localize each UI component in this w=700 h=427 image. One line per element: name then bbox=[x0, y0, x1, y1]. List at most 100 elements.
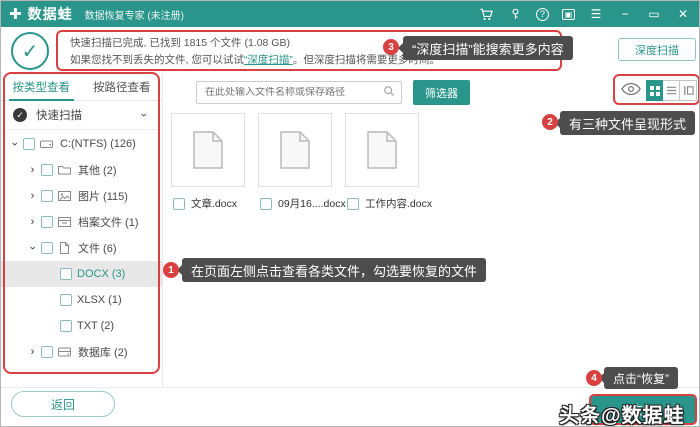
scan-mode-label: 快速扫描 bbox=[36, 110, 82, 122]
file-thumbnail[interactable] bbox=[258, 113, 332, 187]
app-window: ✚ 数据蛙 数据恢复专家 (未注册) ? ▣ ☰ − ▭ ✕ ✓ 快速扫描已完成… bbox=[0, 0, 700, 427]
annotation-4-badge: 4 bbox=[586, 370, 602, 386]
minimize-icon[interactable]: − bbox=[617, 6, 633, 22]
file-name: 09月16....docx bbox=[278, 198, 346, 210]
checkbox[interactable] bbox=[60, 320, 72, 332]
file-grid: 文章.docx 09月16....docx 工作内容.docx bbox=[171, 113, 432, 211]
tree-item-c-ntfs[interactable]: › C:(NTFS) (126) bbox=[1, 131, 162, 157]
tree-item-label: 文件 (6) bbox=[78, 243, 117, 255]
document-icon bbox=[193, 131, 223, 169]
checkbox[interactable] bbox=[41, 242, 53, 254]
chevron-right-icon[interactable]: › bbox=[26, 346, 39, 358]
file-thumbnail[interactable] bbox=[171, 113, 245, 187]
image-icon bbox=[58, 190, 73, 202]
checkbox[interactable] bbox=[41, 216, 53, 228]
tree-item-xlsx[interactable]: XLSX (1) bbox=[1, 287, 162, 313]
search-input[interactable] bbox=[197, 87, 383, 98]
app-name: 数据蛙 bbox=[27, 6, 73, 22]
file-item: 文章.docx bbox=[171, 113, 245, 211]
checkbox[interactable] bbox=[347, 197, 359, 210]
chevron-right-icon[interactable]: › bbox=[26, 164, 39, 176]
tree-item-other[interactable]: › 其他 (2) bbox=[1, 157, 162, 183]
tree-item-label: TXT (2) bbox=[77, 320, 115, 332]
chevron-down-icon[interactable]: › bbox=[9, 138, 21, 151]
key-icon[interactable] bbox=[507, 6, 523, 22]
scan-complete-check-icon: ✓ bbox=[11, 32, 49, 70]
checkbox[interactable] bbox=[60, 294, 72, 306]
tree-item-label: 其他 (2) bbox=[78, 165, 117, 177]
checkbox[interactable] bbox=[173, 197, 185, 210]
file-thumbnail[interactable] bbox=[345, 113, 419, 187]
title-bar: ✚ 数据蛙 数据恢复专家 (未注册) ? ▣ ☰ − ▭ ✕ bbox=[1, 1, 699, 27]
tree-item-label: C:(NTFS) (126) bbox=[60, 138, 136, 150]
grid-view-icon[interactable] bbox=[646, 80, 663, 101]
tree-item-label: 图片 (115) bbox=[78, 191, 128, 203]
checkbox[interactable] bbox=[260, 197, 272, 210]
filter-button[interactable]: 筛选器 bbox=[413, 80, 470, 105]
search-box bbox=[196, 81, 402, 104]
preview-eye-icon[interactable] bbox=[621, 82, 641, 98]
tree-item-docs[interactable]: › 文件 (6) bbox=[1, 235, 162, 261]
scan-mode-dropdown[interactable]: ✓ 快速扫描 › bbox=[1, 101, 162, 130]
app-subtitle: 数据恢复专家 (未注册) bbox=[84, 10, 185, 22]
file-item: 工作内容.docx bbox=[345, 113, 432, 211]
titlebar-icons: ? ▣ ☰ − ▭ ✕ bbox=[478, 6, 691, 22]
list-view-icon[interactable] bbox=[663, 80, 680, 101]
view-mode-switch bbox=[646, 80, 697, 101]
archive-icon bbox=[58, 216, 73, 228]
file-name: 文章.docx bbox=[191, 198, 238, 210]
chevron-right-icon[interactable]: › bbox=[26, 216, 39, 228]
tree-item-label: DOCX (3) bbox=[77, 268, 126, 280]
search-icon bbox=[383, 84, 395, 102]
menu-icon[interactable]: ☰ bbox=[588, 6, 604, 22]
annotation-3-tooltip: “深度扫描”能搜索更多内容 bbox=[398, 36, 573, 60]
checkbox[interactable] bbox=[41, 164, 53, 176]
tab-by-path[interactable]: 按路径查看 bbox=[82, 73, 163, 100]
recover-button[interactable]: 恢复 bbox=[589, 394, 697, 425]
cart-icon[interactable] bbox=[478, 6, 494, 22]
close-icon[interactable]: ✕ bbox=[675, 6, 691, 22]
maximize-icon[interactable]: ▭ bbox=[646, 6, 662, 22]
checkbox[interactable] bbox=[23, 138, 35, 150]
tree-item-label: 数据库 (2) bbox=[78, 347, 128, 359]
help-icon[interactable]: ? bbox=[536, 7, 549, 21]
tree-item-label: 档案文件 (1) bbox=[78, 217, 139, 229]
folder-icon bbox=[58, 164, 73, 176]
tree-item-label: XLSX (1) bbox=[77, 294, 122, 306]
file-item: 09月16....docx bbox=[258, 113, 346, 211]
sidebar-tabs: 按类型查看 按路径查看 bbox=[1, 73, 162, 101]
file-tree: › C:(NTFS) (126) › 其他 (2) › 图片 (115) › 档案文件 (1)… bbox=[1, 131, 162, 365]
annotation-1-badge: 1 bbox=[163, 262, 179, 278]
scan-mode-check-icon: ✓ bbox=[13, 108, 27, 122]
tree-item-archives[interactable]: › 档案文件 (1) bbox=[1, 209, 162, 235]
back-button[interactable]: 返回 bbox=[11, 391, 115, 417]
chevron-down-icon[interactable]: › bbox=[27, 242, 39, 255]
sidebar: 按类型查看 按路径查看 ✓ 快速扫描 › › C:(NTFS) (126) › 其他 … bbox=[1, 73, 163, 387]
chevron-right-icon[interactable]: › bbox=[26, 190, 39, 202]
tab-by-type[interactable]: 按类型查看 bbox=[1, 73, 82, 101]
drive-icon bbox=[40, 138, 55, 150]
annotation-3-badge: 3 bbox=[383, 39, 399, 55]
doc-icon bbox=[58, 242, 73, 254]
document-icon bbox=[367, 131, 397, 169]
chevron-down-icon: › bbox=[137, 113, 150, 117]
tree-item-docx[interactable]: DOCX (3) bbox=[1, 261, 162, 287]
annotation-1-tooltip: 在页面左侧点击查看各类文件，勾选要恢复的文件 bbox=[176, 258, 487, 282]
app-logo-icon: ✚ bbox=[9, 6, 22, 23]
feedback-icon[interactable]: ▣ bbox=[562, 8, 575, 20]
checkbox[interactable] bbox=[41, 346, 53, 358]
document-icon bbox=[280, 131, 310, 169]
db-icon bbox=[58, 346, 73, 358]
deep-scan-link[interactable]: “深度扫描” bbox=[244, 54, 293, 66]
deep-scan-button[interactable]: 深度扫描 bbox=[618, 38, 696, 61]
tree-item-txt[interactable]: TXT (2) bbox=[1, 313, 162, 339]
annotation-4-tooltip: 点击“恢复” bbox=[599, 367, 678, 389]
file-name: 工作内容.docx bbox=[365, 198, 433, 210]
annotation-2-badge: 2 bbox=[542, 114, 558, 130]
preview-view-icon[interactable] bbox=[680, 80, 697, 101]
tree-item-images[interactable]: › 图片 (115) bbox=[1, 183, 162, 209]
checkbox[interactable] bbox=[41, 190, 53, 202]
annotation-2-tooltip: 有三种文件呈现形式 bbox=[554, 111, 696, 135]
tree-item-database[interactable]: › 数据库 (2) bbox=[1, 339, 162, 365]
checkbox[interactable] bbox=[60, 268, 72, 280]
